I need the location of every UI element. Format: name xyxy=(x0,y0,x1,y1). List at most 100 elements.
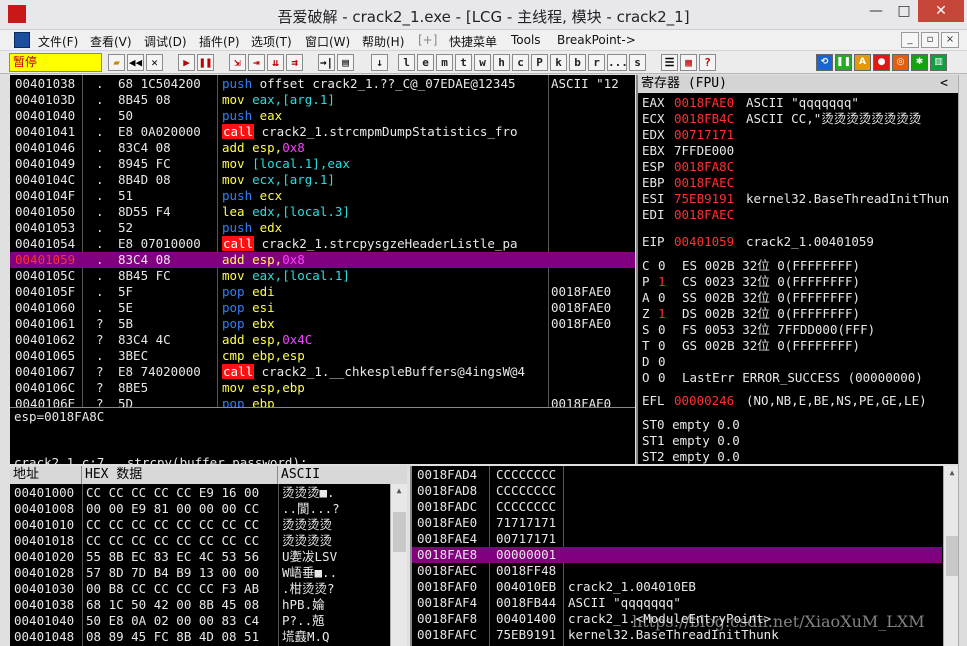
settings-icon[interactable]: ▥ xyxy=(930,54,947,71)
dump-row[interactable]: 00401020 55 8B EC 83 EC 4C 53 56 U嬱冹LSV xyxy=(10,549,388,565)
maximize-button[interactable]: □ xyxy=(890,0,918,22)
help-icon[interactable]: ? xyxy=(699,54,716,71)
menu-plus[interactable]: [+] xyxy=(418,33,437,47)
trace-over-icon[interactable]: ⇉ xyxy=(286,54,303,71)
dump-row[interactable]: 00401030 00 B8 CC CC CC CC F3 AB .柑烫烫? xyxy=(10,581,388,597)
collapse-icon[interactable]: < xyxy=(940,75,948,93)
dump-row[interactable]: 00401010 CC CC CC CC CC CC CC CC 烫烫烫烫 xyxy=(10,517,388,533)
register-row-efl[interactable]: EFL 00000246 (NO,NB,E,BE,NS,PE,GE,LE) xyxy=(638,393,958,409)
register-row-eip[interactable]: EIP 00401059 crack2_1.00401059 xyxy=(638,234,958,250)
registers-pane[interactable]: 寄存器 (FPU) < EAX 0018FAE0 ASCII "qqqqqqq" EC… xyxy=(636,75,958,464)
stack-row[interactable]: 0018FAE8 00000001 xyxy=(412,547,942,563)
menu-view[interactable]: 查看(V) xyxy=(90,33,132,50)
disasm-row[interactable]: 00401040. 50 push eax xyxy=(10,108,635,124)
register-row[interactable]: ECX 0018FB4C ASCII CC,"烫烫烫烫烫烫烫烫 xyxy=(638,111,958,127)
disasm-row[interactable]: 0040105C. 8B45 FC mov eax,[local.1] xyxy=(10,268,635,284)
menu-quick[interactable]: 快捷菜单 xyxy=(449,33,497,50)
step-over-icon[interactable]: ⇥ xyxy=(248,54,265,71)
disasm-row[interactable]: 0040103D. 8B45 08 mov eax,[arg.1] xyxy=(10,92,635,108)
dump-row[interactable]: 00401040 50 E8 0A 02 00 00 83 C4 P?..兡 xyxy=(10,613,388,629)
flag-row[interactable]: A 0 SS 002B 32位 0(FFFFFFFF) xyxy=(638,290,958,306)
open-icon[interactable]: ▰ xyxy=(108,54,125,71)
menu-help[interactable]: 帮助(H) xyxy=(362,33,404,50)
target-icon[interactable]: ◎ xyxy=(892,54,909,71)
plugin-icon[interactable]: ✱ xyxy=(911,54,928,71)
disassembly-pane[interactable]: 00401038. 68 1C504200 push offset crack2_1… xyxy=(10,75,635,407)
fpu-row[interactable]: ST0 empty 0.0 xyxy=(638,417,958,433)
mdi-minimize-button[interactable]: _ xyxy=(901,32,919,48)
scroll-up-icon[interactable]: ▲ xyxy=(391,484,407,498)
dump-row[interactable]: 00401018 CC CC CC CC CC CC CC CC 烫烫烫烫 xyxy=(10,533,388,549)
menu-file[interactable]: 文件(F) xyxy=(38,33,78,50)
fpu-row[interactable]: ST2 empty 0.0 xyxy=(638,449,958,464)
patches-window-button[interactable]: P xyxy=(531,54,548,71)
restart-icon[interactable]: ◀◀ xyxy=(127,54,144,71)
goto-icon[interactable]: ↓ xyxy=(371,54,388,71)
dump-row[interactable]: 00401048 08 89 45 FC 8B 4D 08 51 塃鼖M.Q xyxy=(10,629,388,645)
stack-row[interactable]: 0018FAEC 0018FF48 xyxy=(412,563,942,579)
stack-row[interactable]: 0018FAD8 CCCCCCCC xyxy=(412,483,942,499)
stack-row[interactable]: 0018FAE0 71717171 xyxy=(412,515,942,531)
flag-row[interactable]: P 1 CS 0023 32位 0(FFFFFFFF) xyxy=(638,274,958,290)
stack-row[interactable]: 0018FAE4 00717171 xyxy=(412,531,942,547)
mdi-close-button[interactable]: × xyxy=(941,32,959,48)
disasm-row[interactable]: 0040106C? 8BE5 mov esp,ebp xyxy=(10,380,635,396)
stack-row[interactable]: 0018FAF8 00401400 crack2_1.<ModuleEntryPoi… xyxy=(412,611,942,627)
pause-green-icon[interactable]: ❚❚ xyxy=(835,54,852,71)
windows-window-button[interactable]: w xyxy=(474,54,491,71)
registers-header[interactable]: 寄存器 (FPU) < xyxy=(638,75,958,93)
log-window-button[interactable]: l xyxy=(398,54,415,71)
disasm-row[interactable]: 00401038. 68 1C504200 push offset crack2_1… xyxy=(10,76,635,92)
dump-header-address[interactable]: 地址 xyxy=(10,466,82,484)
stack-row[interactable]: 0018FAD4 CCCCCCCC xyxy=(412,467,942,483)
close-program-icon[interactable]: ✕ xyxy=(146,54,163,71)
execute-till-return-icon[interactable]: →| xyxy=(318,54,335,71)
close-button[interactable]: ✕ xyxy=(918,0,964,22)
disasm-row[interactable]: 00401067? E8 74020000 call crack2_1.__chke… xyxy=(10,364,635,380)
menu-debug[interactable]: 调试(D) xyxy=(144,33,187,50)
minimize-button[interactable]: — xyxy=(862,0,890,22)
flag-row[interactable]: D0 xyxy=(638,354,958,370)
stack-pane[interactable]: ▲ https://blog.csdn.net/XiaoXuM_LXM 0018… xyxy=(410,466,958,646)
disasm-row[interactable]: 0040106E? 5D pop ebp 0018FAE0 xyxy=(10,396,635,407)
stack-row[interactable]: 0018FADC CCCCCCCC xyxy=(412,499,942,515)
step-into-icon[interactable]: ⇲ xyxy=(229,54,246,71)
disasm-row[interactable]: 00401054. E8 07010000 call crack2_1.strcpy… xyxy=(10,236,635,252)
pause-icon[interactable]: ❚❚ xyxy=(197,54,214,71)
disasm-row[interactable]: 00401065. 3BEC cmp ebp,esp xyxy=(10,348,635,364)
stack-row[interactable]: 0018FAFC 75EB9191 kernel32.BaseThreadInitT… xyxy=(412,627,942,643)
disasm-row[interactable]: 0040104C. 8B4D 08 mov ecx,[arg.1] xyxy=(10,172,635,188)
flag-row[interactable]: Z 1 DS 002B 32位 0(FFFFFFFF) xyxy=(638,306,958,322)
disasm-row[interactable]: 00401049. 8945 FC mov [local.1],eax xyxy=(10,156,635,172)
disasm-row[interactable]: 0040105F. 5F pop edi 0018FAE0 xyxy=(10,284,635,300)
memory-dump-pane[interactable]: 地址 HEX 数据 ASCII ▲ 00401000 CC CC CC CC CC… xyxy=(10,466,407,646)
flag-row[interactable]: S 0 FS 0053 32位 7FFDD000(FFF) xyxy=(638,322,958,338)
memory-window-button[interactable]: m xyxy=(436,54,453,71)
stack-row[interactable]: 0018FAF4 0018FB44 ASCII "qqqqqqq" xyxy=(412,595,942,611)
dump-row[interactable]: 00401028 57 8D 7D B4 B9 13 00 00 W峿垂■.. xyxy=(10,565,388,581)
dump-row[interactable]: 00401038 68 1C 50 42 00 8B 45 08 hPB.婨 xyxy=(10,597,388,613)
run-icon[interactable]: ▶ xyxy=(178,54,195,71)
list-icon[interactable]: ☰ xyxy=(661,54,678,71)
stack-row[interactable]: 0018FAF0 004010EB crack2_1.004010EB xyxy=(412,579,942,595)
refresh-icon[interactable]: ⟲ xyxy=(816,54,833,71)
menu-tools[interactable]: Tools xyxy=(511,33,541,47)
menu-breakpoint[interactable]: BreakPoint-> xyxy=(557,33,636,47)
disasm-row[interactable]: 00401046. 83C4 08 add esp,0x8 xyxy=(10,140,635,156)
stack-scrollbar[interactable]: ▲ xyxy=(943,466,958,646)
flag-row[interactable]: T 0 GS 002B 32位 0(FFFFFFFF) xyxy=(638,338,958,354)
disasm-row[interactable]: 00401059. 83C4 08 add esp,0x8 xyxy=(10,252,635,268)
register-row[interactable]: ESI 75EB9191 kernel32.BaseThreadInitThun xyxy=(638,191,958,207)
register-row[interactable]: ESP 0018FA8C xyxy=(638,159,958,175)
dump-header-ascii[interactable]: ASCII xyxy=(278,466,407,484)
stop-icon[interactable]: ● xyxy=(873,54,890,71)
trace-into-icon[interactable]: ⇊ xyxy=(267,54,284,71)
disasm-row[interactable]: 0040104F. 51 push ecx xyxy=(10,188,635,204)
disasm-row[interactable]: 00401041. E8 0A020000 call crack2_1.strcmp… xyxy=(10,124,635,140)
dump-row[interactable]: 00401008 00 00 E9 81 00 00 00 CC ..閬...? xyxy=(10,501,388,517)
flag-row[interactable]: C 0 ES 002B 32位 0(FFFFFFFF) xyxy=(638,258,958,274)
handles-window-button[interactable]: h xyxy=(493,54,510,71)
menu-window[interactable]: 窗口(W) xyxy=(305,33,350,50)
register-row[interactable]: EBX 7FFDE000 xyxy=(638,143,958,159)
references-window-button[interactable]: r xyxy=(588,54,605,71)
